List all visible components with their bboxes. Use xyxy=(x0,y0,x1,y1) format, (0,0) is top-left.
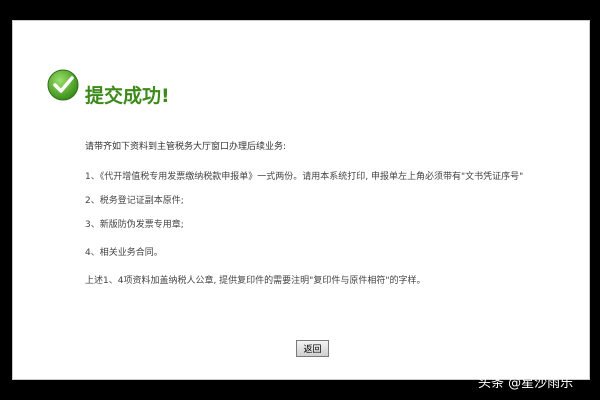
check-circle-icon xyxy=(47,69,79,101)
requirement-item: 3、新版防伪发票专用章; xyxy=(85,220,184,230)
requirement-item: 2、税务登记证副本原件; xyxy=(85,196,184,206)
watermark: 头条 @星沙雨乐 xyxy=(478,376,574,391)
confirmation-panel: 提交成功! 请带齐如下资料到主管税务大厅窗口办理后续业务: 1、《代开增值税专用… xyxy=(12,20,590,380)
intro-text: 请带齐如下资料到主管税务大厅窗口办理后续业务: xyxy=(85,142,287,152)
return-button[interactable]: 返回 xyxy=(296,340,329,357)
page-title: 提交成功! xyxy=(85,85,170,107)
footnote-text: 上述1、4项资料加盖纳税人公章, 提供复印件的需要注明"复印件与原件相符"的字样… xyxy=(85,276,426,286)
requirement-item: 4、相关业务合同。 xyxy=(85,248,163,258)
requirement-item: 1、《代开增值税专用发票缴纳税款申报单》一式两份。请用本系统打印, 申报单左上角… xyxy=(85,172,524,182)
